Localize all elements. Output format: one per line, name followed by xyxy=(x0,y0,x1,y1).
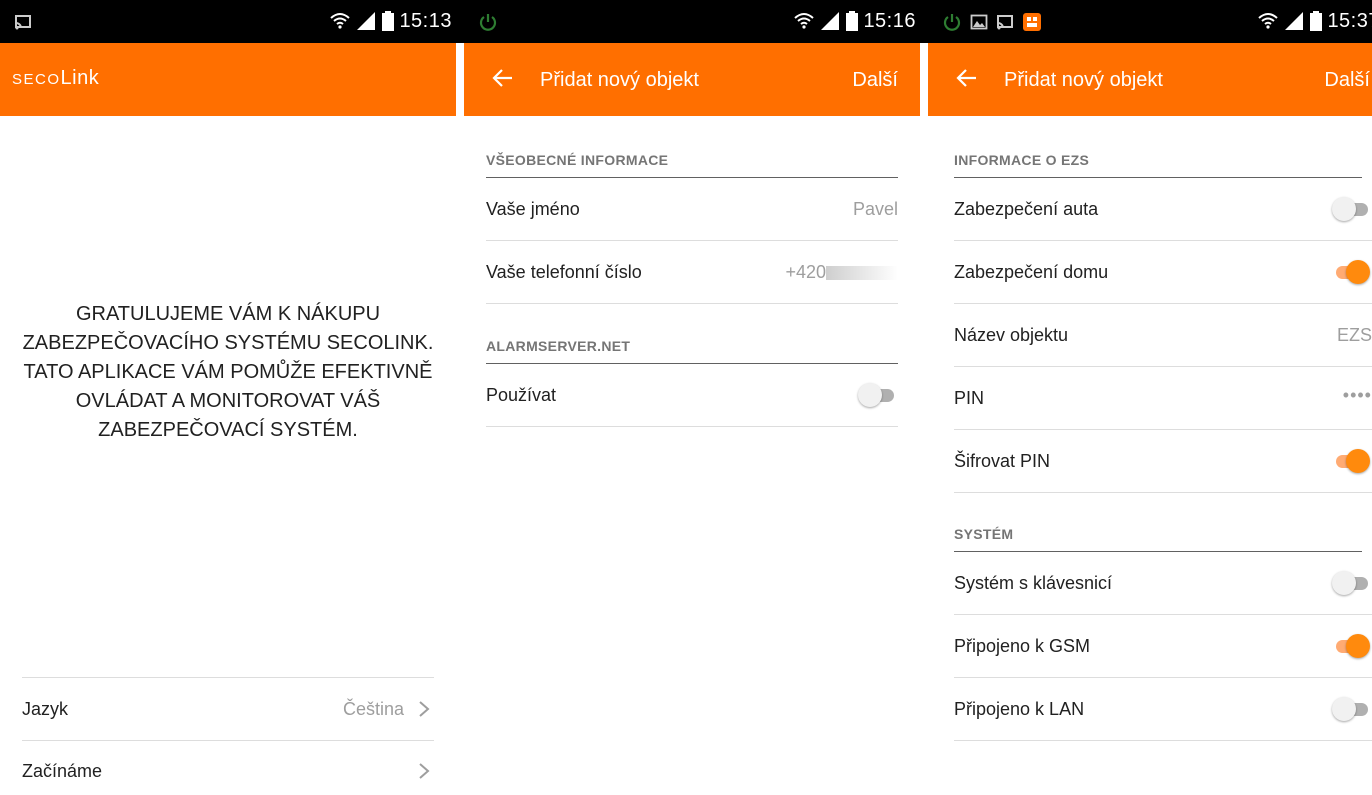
gsm-switch[interactable] xyxy=(1332,634,1370,658)
car-security-label: Zabezpečení auta xyxy=(954,199,1099,219)
page-title: Přidat nový objekt xyxy=(540,69,699,91)
app-bar: SECOLink xyxy=(0,43,456,116)
home-security-switch[interactable] xyxy=(1332,260,1370,284)
screen-add-object-general: 15:16 Přidat nový objekt Další VŠEOBECNÉ… xyxy=(464,0,920,795)
battery-icon xyxy=(1310,11,1323,31)
screen-add-object-ezs: 15:37 Přidat nový objekt Další INFORMACE… xyxy=(928,0,1372,795)
back-arrow-icon[interactable] xyxy=(956,63,978,93)
pin-value: •••• xyxy=(1342,385,1372,405)
screen-gap xyxy=(456,0,464,795)
next-button[interactable]: Další xyxy=(1324,69,1370,92)
object-name-value: EZS xyxy=(1336,325,1372,345)
cast-icon xyxy=(15,15,31,30)
status-bar: 15:13 xyxy=(0,0,456,43)
gsm-label: Připojeno k GSM xyxy=(954,636,1091,656)
gsm-row[interactable]: Připojeno k GSM xyxy=(954,615,1372,678)
section-header-ezs-info: INFORMACE O EZS xyxy=(954,141,1362,178)
pin-label: PIN xyxy=(954,388,985,408)
wifi-icon xyxy=(1258,13,1279,29)
section-header-general: VŠEOBECNÉ INFORMACE xyxy=(486,141,898,178)
encrypt-pin-switch[interactable] xyxy=(1332,449,1370,473)
next-button[interactable]: Další xyxy=(852,69,898,92)
phone-redacted xyxy=(826,266,898,281)
cast-icon xyxy=(997,15,1013,30)
use-alarmserver-switch[interactable] xyxy=(858,383,896,407)
power-icon xyxy=(943,14,961,31)
section-header-system: SYSTÉM xyxy=(954,515,1362,552)
app-bar: Přidat nový objekt Další xyxy=(464,43,920,116)
image-icon xyxy=(970,14,988,30)
signal-icon xyxy=(821,12,840,30)
power-icon xyxy=(479,14,497,31)
app-notification-icon xyxy=(1023,13,1041,31)
name-value: Pavel xyxy=(852,199,898,219)
car-security-row[interactable]: Zabezpečení auta xyxy=(954,178,1372,241)
phone-value: +420 xyxy=(785,262,898,283)
signal-icon xyxy=(357,12,376,30)
getting-started-label: Začínáme xyxy=(22,761,103,781)
name-row[interactable]: Vaše jméno Pavel xyxy=(486,178,898,241)
welcome-message: GRATULUJEME VÁM K NÁKUPU ZABEZPEČOVACÍHO… xyxy=(22,303,434,441)
keypad-system-switch[interactable] xyxy=(1332,571,1370,595)
battery-icon xyxy=(382,11,395,31)
use-alarmserver-row[interactable]: Používat xyxy=(486,364,898,427)
page-title: Přidat nový objekt xyxy=(1004,69,1163,91)
language-label: Jazyk xyxy=(22,699,69,719)
encrypt-pin-label: Šifrovat PIN xyxy=(954,451,1051,471)
object-name-label: Název objektu xyxy=(954,325,1069,345)
language-value: Čeština xyxy=(342,699,404,719)
chevron-right-icon xyxy=(419,701,430,717)
status-time: 15:13 xyxy=(399,9,452,32)
chevron-right-icon xyxy=(419,763,430,779)
section-header-alarmserver: ALARMSERVER.NET xyxy=(486,327,898,364)
signal-icon xyxy=(1285,12,1304,30)
app-bar: Přidat nový objekt Další xyxy=(928,43,1372,116)
status-time: 15:16 xyxy=(863,9,916,32)
screen-welcome: 15:13 SECOLink GRATULUJEME VÁM K NÁKUPU … xyxy=(0,0,456,795)
screen-gap xyxy=(920,0,928,795)
phone-label: Vaše telefonní číslo xyxy=(486,262,642,282)
home-security-label: Zabezpečení domu xyxy=(954,262,1109,282)
pin-row[interactable]: PIN •••• xyxy=(954,367,1372,430)
wifi-icon xyxy=(330,13,351,29)
home-security-row[interactable]: Zabezpečení domu xyxy=(954,241,1372,304)
battery-icon xyxy=(846,11,859,31)
object-name-row[interactable]: Název objektu EZS xyxy=(954,304,1372,367)
encrypt-pin-row[interactable]: Šifrovat PIN xyxy=(954,430,1372,493)
lan-label: Připojeno k LAN xyxy=(954,699,1085,719)
status-bar: 15:16 xyxy=(464,0,920,43)
use-alarmserver-label: Používat xyxy=(486,385,557,405)
keypad-system-row[interactable]: Systém s klávesnicí xyxy=(954,552,1372,615)
lan-row[interactable]: Připojeno k LAN xyxy=(954,678,1372,741)
lan-switch[interactable] xyxy=(1332,697,1370,721)
car-security-switch[interactable] xyxy=(1332,197,1370,221)
keypad-system-label: Systém s klávesnicí xyxy=(954,573,1113,593)
phone-row[interactable]: Vaše telefonní číslo +420 xyxy=(486,241,898,304)
wifi-icon xyxy=(794,13,815,29)
back-arrow-icon[interactable] xyxy=(492,63,514,93)
language-row[interactable]: Jazyk Čeština xyxy=(22,677,434,741)
name-label: Vaše jméno xyxy=(486,199,580,219)
secolink-logo: SECOLink xyxy=(12,67,100,89)
status-time: 15:37 xyxy=(1327,9,1372,32)
status-bar: 15:37 xyxy=(928,0,1372,43)
getting-started-row[interactable]: Začínáme xyxy=(22,740,434,795)
